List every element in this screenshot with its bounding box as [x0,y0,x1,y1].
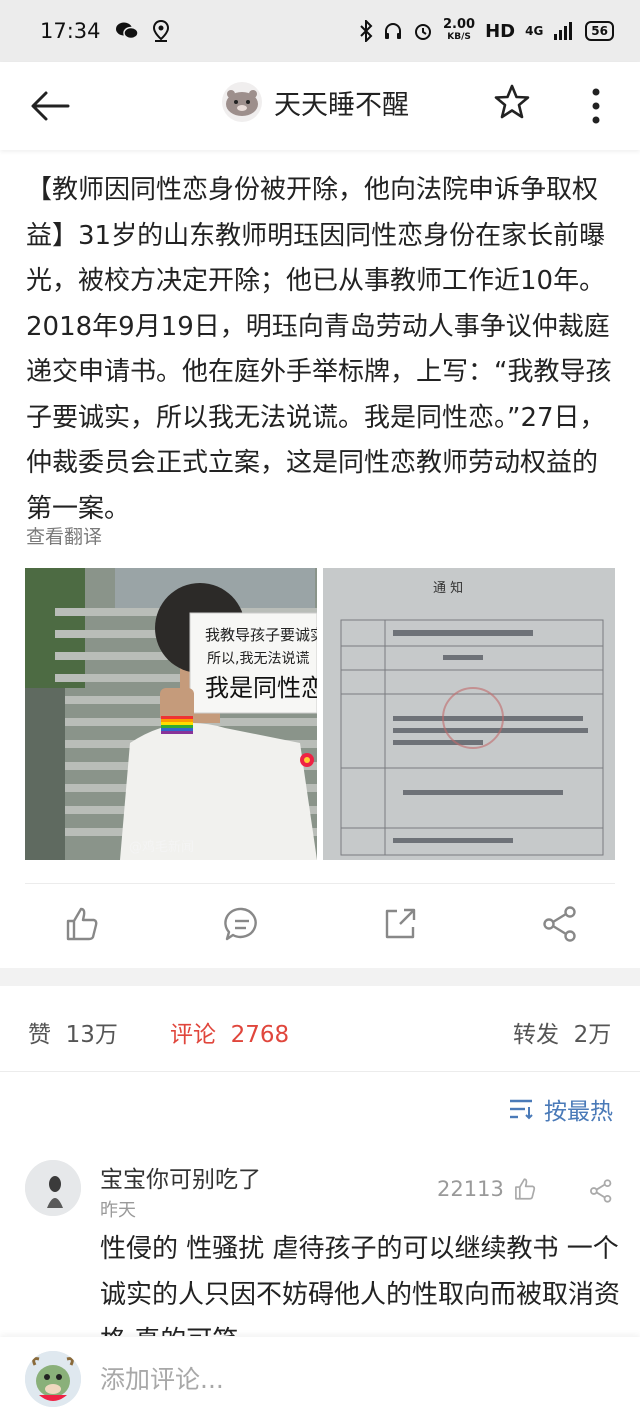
image-divider [25,883,615,884]
sign-line2: 所以,我无法说谎 [207,651,309,667]
add-comment-input[interactable] [100,1359,600,1399]
sort-label: 按最热 [544,1099,613,1125]
post-image-protest[interactable]: 我教导孩子要诚实 所以,我无法说谎 我是同性恋 @鸡毛新闻 [25,568,317,860]
section-gap [0,968,640,986]
like-thumb-icon[interactable] [62,904,102,944]
battery-indicator: 56 [585,21,614,41]
author-avatar[interactable] [222,82,262,122]
status-time: 17:34 [40,19,101,43]
share-icon[interactable] [540,904,580,944]
post-action-bar [0,892,640,958]
document-title: 通 知 [433,580,463,596]
comment-like-button[interactable]: 22113 [437,1176,538,1202]
comment-share-icon[interactable] [588,1178,614,1204]
wechat-icon [115,22,139,40]
image-watermark: @鸡毛新闻 [129,839,194,855]
interaction-tabs: 赞 13万 评论 2768 转发 2万 [0,1005,640,1059]
tab-likes[interactable]: 赞 13万 [28,1015,118,1049]
location-icon [152,20,169,42]
protest-photo: 我教导孩子要诚实 所以,我无法说谎 我是同性恋 @鸡毛新闻 [25,568,317,860]
post-author[interactable]: 天天睡不醒 [222,82,409,122]
sort-icon [510,1099,533,1120]
network-type: 4G [525,24,544,38]
more-options-icon[interactable] [582,84,610,128]
network-speed: 2.00 KB/S [443,17,476,42]
comment-composer [0,1337,640,1422]
comment-time: 昨天 [100,1200,136,1221]
translate-link[interactable]: 查看翻译 [26,522,102,549]
comment-like-icon [514,1178,535,1200]
tabs-divider [0,1071,640,1072]
post-image-document[interactable]: 通 知 [323,568,615,860]
notice-document: 通 知 [323,568,615,860]
comment-like-count: 22113 [437,1177,504,1201]
author-name[interactable]: 天天睡不醒 [274,83,409,122]
current-user-avatar[interactable] [25,1351,81,1407]
headset-icon [385,23,401,39]
alarm-icon [415,24,431,40]
top-nav: 天天睡不醒 [0,62,640,150]
repost-icon[interactable] [380,904,420,944]
sort-button[interactable]: 按最热 [508,1092,613,1126]
tab-comments[interactable]: 评论 2768 [170,1015,289,1049]
tab-reposts[interactable]: 转发 2万 [513,1015,611,1049]
favorite-star-icon[interactable] [492,82,532,122]
comment-author-avatar[interactable] [25,1160,81,1216]
comment-author-name[interactable]: 宝宝你可别吃了 [100,1160,261,1194]
hamster-icon [226,90,258,116]
bluetooth-icon [360,20,373,42]
sign-line3: 我是同性恋 [205,674,317,702]
cartoon-ox-avatar [25,1351,81,1407]
sign-line1: 我教导孩子要诚实 [205,626,317,644]
signal-icon [554,22,573,40]
back-arrow-icon[interactable] [28,84,72,128]
comment-bubble-icon[interactable] [222,904,262,944]
hd-indicator: HD [485,20,516,42]
post-text: 【教师因同性恋身份被开除，他向法院申诉争取权益】31岁的山东教师明珏因同性恋身份… [26,175,612,524]
figure-avatar-image [25,1160,81,1216]
status-bar: 17:34 2.00 KB/S HD 4G 56 [0,0,640,62]
comment-text: 性侵的 性骚扰 虐待孩子的可以继续教书 一个诚实的人只因不妨碍他人的性取向而被取… [100,1234,620,1336]
